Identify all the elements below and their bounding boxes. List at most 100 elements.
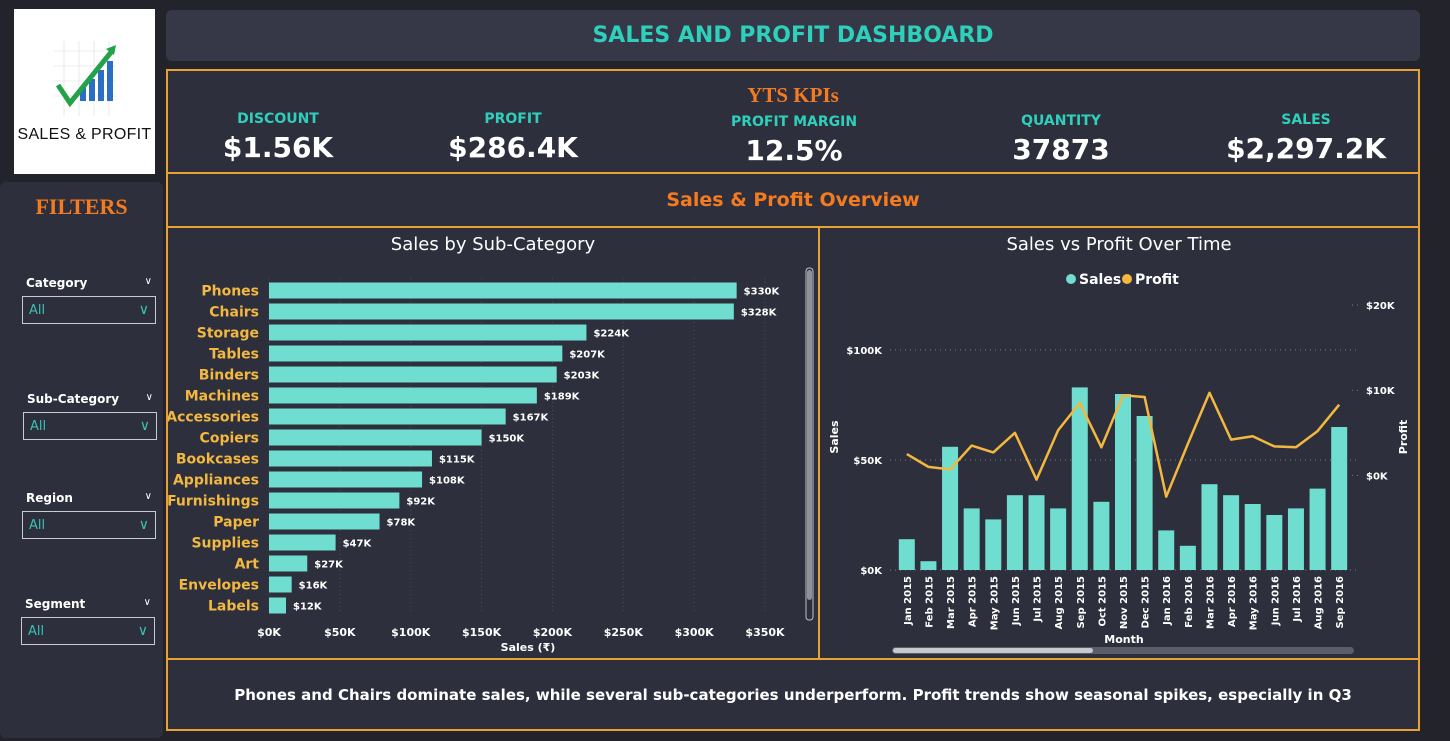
bar[interactable]	[269, 492, 400, 509]
x-tick-label: Jan 2015	[903, 576, 914, 626]
bar[interactable]	[1309, 488, 1326, 570]
data-label: $78K	[387, 518, 417, 529]
data-label: $207K	[569, 350, 606, 361]
chevron-down-icon[interactable]: ∨	[146, 392, 153, 406]
bar[interactable]	[1331, 427, 1348, 570]
bar[interactable]	[1244, 504, 1261, 570]
bar[interactable]	[942, 446, 959, 570]
bar[interactable]	[1093, 501, 1110, 570]
data-label: $92K	[406, 497, 436, 508]
bar[interactable]	[1136, 416, 1153, 570]
kpi-value: $1.56K	[222, 131, 334, 164]
bar[interactable]	[898, 539, 915, 570]
x-tick-label: Apr 2015	[968, 576, 979, 627]
bar[interactable]	[269, 303, 734, 320]
bar[interactable]	[963, 508, 980, 570]
scrollbar-thumb[interactable]	[893, 648, 1093, 653]
category-label: Chairs	[209, 305, 259, 321]
bar[interactable]	[269, 513, 380, 530]
kpi-card-profit-margin: PROFIT MARGIN 12.5%	[694, 114, 894, 167]
kpi-title: YTS KPIs	[747, 83, 839, 107]
x-tick-label: Feb 2015	[924, 576, 935, 628]
data-label: $203K	[564, 371, 601, 382]
kpi-value: $2,297.2K	[1226, 132, 1386, 165]
x-axis-title: Month	[1104, 633, 1143, 646]
segment-dropdown[interactable]: All ∨	[21, 617, 155, 645]
bar[interactable]	[269, 429, 482, 446]
bar[interactable]	[1287, 508, 1304, 570]
legend-marker	[1066, 274, 1076, 284]
bar[interactable]	[1050, 508, 1067, 570]
category-dropdown-value: All	[29, 302, 46, 318]
bar[interactable]	[1158, 530, 1175, 570]
bar[interactable]	[269, 387, 537, 404]
x-tick-label: $200K	[533, 626, 573, 639]
data-label: $328K	[741, 308, 778, 319]
logo: SALES & PROFIT	[14, 9, 155, 174]
kpi-label: PROFIT	[484, 111, 542, 127]
region-dropdown[interactable]: All ∨	[22, 511, 156, 539]
y-tick-label: $50K	[853, 456, 883, 467]
data-label: $47K	[343, 539, 373, 550]
bar[interactable]	[1223, 495, 1240, 570]
data-label: $330K	[744, 287, 781, 298]
x-tick-label: Jul 2016	[1292, 576, 1303, 623]
x-tick-label: $150K	[462, 626, 502, 639]
bar[interactable]	[269, 555, 308, 572]
bar[interactable]	[269, 534, 336, 551]
category-filter-label: Category	[26, 276, 88, 290]
bar[interactable]	[269, 450, 432, 467]
x-tick-label: Jul 2015	[1033, 576, 1044, 623]
x-tick-label: Feb 2016	[1184, 576, 1195, 628]
region-dropdown-value: All	[29, 517, 46, 533]
x-tick-label: $0K	[257, 626, 281, 639]
x-tick-label: Sep 2015	[1076, 576, 1087, 628]
bar[interactable]	[269, 324, 587, 341]
bar[interactable]	[1179, 545, 1196, 570]
bar[interactable]	[1115, 394, 1131, 570]
dashboard-header: SALES AND PROFIT DASHBOARD	[166, 10, 1420, 61]
x-tick-label: $100K	[391, 626, 431, 639]
bar[interactable]	[269, 282, 737, 299]
sub-category-dropdown-value: All	[30, 418, 47, 434]
bar[interactable]	[985, 519, 1002, 570]
chevron-down-icon[interactable]: ∨	[145, 491, 152, 505]
insight-text: Phones and Chairs dominate sales, while …	[234, 685, 1352, 704]
data-label: $150K	[489, 434, 526, 445]
bar[interactable]	[269, 366, 557, 383]
chevron-down-icon[interactable]: ∨	[144, 597, 151, 611]
combo-chart-svg: Sales Profit $0K $50K $100K $0K $10K $20K Jan 20…	[828, 272, 1410, 654]
bar[interactable]	[1006, 495, 1023, 570]
kpi-label: DISCOUNT	[237, 111, 319, 127]
category-label: Supplies	[191, 536, 259, 552]
category-label: Tables	[209, 347, 259, 363]
bar[interactable]	[1028, 495, 1045, 570]
sub-category-filter-label: Sub-Category	[27, 392, 120, 406]
bar[interactable]	[269, 345, 563, 362]
x-tick-label: Jan 2016	[1162, 576, 1173, 626]
growth-chart-logo-icon	[54, 41, 116, 116]
bar[interactable]	[269, 471, 423, 488]
chevron-down-icon: ∨	[138, 302, 149, 318]
bar[interactable]	[1266, 515, 1283, 570]
y2-tick-label: $20K	[1366, 301, 1396, 312]
legend-label: Sales	[1079, 272, 1121, 288]
x-tick-label: Dec 2015	[1141, 576, 1152, 628]
x-tick-label: $350K	[745, 626, 785, 639]
bar[interactable]	[920, 561, 937, 570]
kpi-label: PROFIT MARGIN	[730, 114, 858, 130]
category-label: Copiers	[200, 431, 259, 447]
bar[interactable]	[269, 408, 506, 425]
scrollbar-thumb[interactable]	[807, 270, 812, 600]
chevron-down-icon[interactable]: ∨	[145, 276, 152, 290]
sub-category-dropdown[interactable]: All ∨	[23, 412, 157, 440]
category-dropdown[interactable]: All ∨	[22, 296, 156, 324]
bar[interactable]	[269, 576, 292, 593]
bar[interactable]	[1201, 484, 1218, 570]
bar[interactable]	[269, 597, 287, 614]
sub-category-filter: Sub-Category ∨ All ∨	[23, 392, 157, 440]
data-label: $108K	[429, 476, 466, 487]
region-filter-label: Region	[26, 491, 73, 505]
filters-panel: FILTERS Category ∨ All ∨ Sub-Category ∨ All…	[0, 182, 163, 738]
x-tick-label: Sep 2016	[1335, 576, 1346, 628]
